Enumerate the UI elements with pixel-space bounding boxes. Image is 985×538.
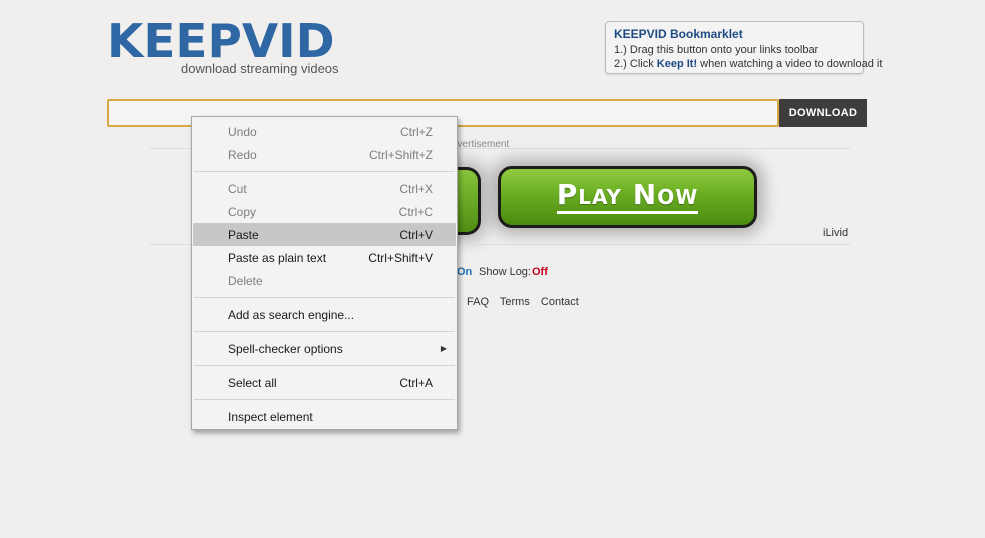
ilivid-label: iLivid: [823, 227, 849, 239]
menu-item-inspect-element[interactable]: Inspect element: [193, 405, 456, 428]
menu-item-select-all[interactable]: Select all Ctrl+A: [193, 371, 456, 394]
menu-item-shortcut: Ctrl+X: [399, 181, 433, 196]
context-menu: Undo Ctrl+Z Redo Ctrl+Shift+Z Cut Ctrl+X…: [191, 116, 458, 430]
menu-item-delete[interactable]: Delete: [193, 269, 456, 292]
menu-item-copy[interactable]: Copy Ctrl+C: [193, 200, 456, 223]
bookmarklet-title: KEEPVID Bookmarklet: [614, 27, 743, 41]
menu-separator: [194, 365, 455, 366]
menu-item-shortcut: Ctrl+A: [399, 375, 433, 390]
keep-it-link[interactable]: Keep It!: [657, 58, 697, 70]
submenu-arrow-icon: ▶: [440, 344, 447, 353]
menu-item-cut[interactable]: Cut Ctrl+X: [193, 177, 456, 200]
step2-suffix: when watching a video to download it: [697, 58, 883, 70]
menu-item-shortcut: Ctrl+Shift+Z: [368, 147, 433, 162]
option-on-toggle[interactable]: On: [457, 266, 472, 278]
download-button[interactable]: DOWNLOAD: [779, 99, 867, 127]
menu-item-spell-checker[interactable]: Spell-checker options ▶: [193, 337, 456, 360]
footer-links: FAQ Terms Contact: [467, 296, 587, 308]
menu-item-undo[interactable]: Undo Ctrl+Z: [193, 120, 456, 143]
menu-item-redo[interactable]: Redo Ctrl+Shift+Z: [193, 143, 456, 166]
step2-prefix: 2.) Click: [614, 58, 657, 70]
play-now-button[interactable]: Play Now: [498, 166, 757, 228]
menu-item-shortcut: Ctrl+Z: [400, 124, 433, 139]
menu-separator: [194, 171, 455, 172]
contact-link[interactable]: Contact: [541, 296, 579, 308]
menu-separator: [194, 297, 455, 298]
menu-item-label: Select all: [228, 375, 277, 390]
menu-item-label: Delete: [228, 273, 263, 288]
advertisement-label: dvertisement: [452, 139, 510, 150]
terms-link[interactable]: Terms: [500, 296, 530, 308]
menu-item-label: Spell-checker options: [228, 341, 343, 356]
bookmarklet-step2: 2.) Click Keep It! when watching a video…: [614, 57, 882, 71]
bookmarklet-box[interactable]: KEEPVID Bookmarklet 1.) Drag this button…: [605, 21, 882, 74]
menu-item-label: Inspect element: [228, 409, 313, 424]
menu-item-label: Paste as plain text: [228, 250, 327, 265]
show-log-label: Show Log:: [479, 266, 531, 278]
tagline: download streaming videos: [181, 61, 339, 76]
play-now-label: Play Now: [556, 180, 699, 214]
menu-separator: [194, 399, 455, 400]
menu-item-shortcut: Ctrl+Shift+V: [368, 250, 433, 265]
menu-separator: [194, 331, 455, 332]
menu-item-add-search-engine[interactable]: Add as search engine...: [193, 303, 456, 326]
menu-item-label: Undo: [228, 124, 257, 139]
menu-item-paste[interactable]: Paste Ctrl+V: [193, 223, 456, 246]
show-log-toggle[interactable]: Off: [532, 266, 548, 278]
menu-item-label: Paste: [228, 227, 259, 242]
menu-item-shortcut: Ctrl+V: [399, 227, 433, 242]
menu-item-label: Redo: [228, 147, 257, 162]
menu-item-paste-plain[interactable]: Paste as plain text Ctrl+Shift+V: [193, 246, 456, 269]
faq-link[interactable]: FAQ: [467, 296, 489, 308]
menu-item-label: Copy: [228, 204, 257, 219]
menu-item-label: Add as search engine...: [228, 307, 355, 322]
keepvid-logo[interactable]: KEEPVID: [107, 16, 335, 66]
menu-item-label: Cut: [228, 181, 247, 196]
bookmarklet-step1: 1.) Drag this button onto your links too…: [614, 44, 819, 56]
menu-item-shortcut: Ctrl+C: [398, 204, 433, 219]
